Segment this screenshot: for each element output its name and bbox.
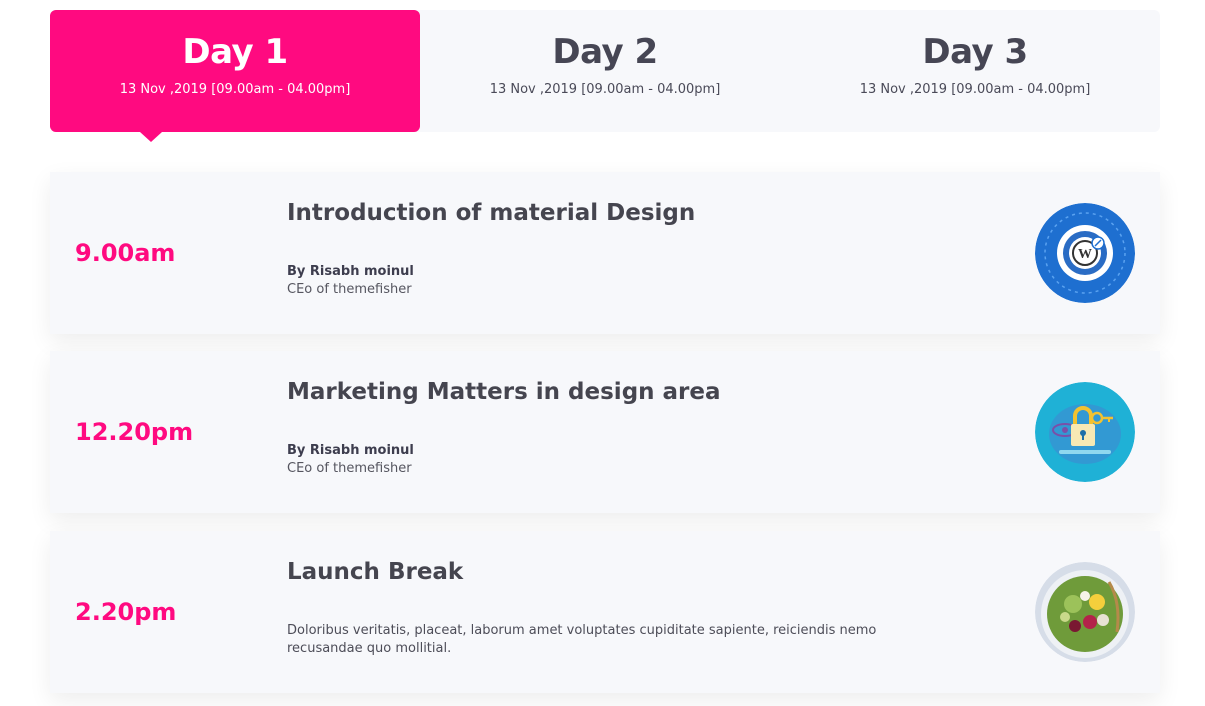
session-time: 12.20pm	[75, 418, 194, 446]
wordpress-icon: W	[1035, 203, 1135, 303]
speaker-role: CEo of themefisher	[287, 461, 412, 476]
tab-day-3[interactable]: Day 3 13 Nov ,2019 [09.00am - 04.00pm]	[790, 10, 1160, 132]
salad-bowl-image	[1035, 562, 1135, 662]
session-title[interactable]: Launch Break	[287, 559, 463, 585]
session-title[interactable]: Introduction of material Design	[287, 200, 695, 226]
svg-text:W: W	[1078, 247, 1092, 262]
session-time: 2.20pm	[75, 598, 177, 626]
session-title[interactable]: Marketing Matters in design area	[287, 379, 721, 405]
day-tabs: Day 1 13 Nov ,2019 [09.00am - 04.00pm] D…	[50, 10, 1160, 142]
speaker-name: By Risabh moinul	[287, 443, 414, 458]
schedule-item: 12.20pm Marketing Matters in design area…	[50, 351, 1160, 513]
session-time: 9.00am	[75, 239, 176, 267]
tab-day-2[interactable]: Day 2 13 Nov ,2019 [09.00am - 04.00pm]	[420, 10, 790, 132]
tab-title: Day 1	[182, 32, 288, 72]
security-lock-icon	[1035, 382, 1135, 482]
tab-title: Day 2	[552, 32, 658, 72]
schedule-item: 9.00am Introduction of material Design B…	[50, 172, 1160, 334]
tab-date: 13 Nov ,2019 [09.00am - 04.00pm]	[119, 82, 351, 97]
speaker-name: By Risabh moinul	[287, 264, 414, 279]
tab-day-1[interactable]: Day 1 13 Nov ,2019 [09.00am - 04.00pm]	[50, 10, 420, 142]
tab-date: 13 Nov ,2019 [09.00am - 04.00pm]	[489, 82, 721, 97]
speaker-role: CEo of themefisher	[287, 282, 412, 297]
session-description: Doloribus veritatis, placeat, laborum am…	[287, 623, 877, 656]
schedule-item: 2.20pm Launch Break Doloribus veritatis,…	[50, 531, 1160, 693]
tab-title: Day 3	[922, 32, 1028, 72]
tab-date: 13 Nov ,2019 [09.00am - 04.00pm]	[859, 82, 1091, 97]
